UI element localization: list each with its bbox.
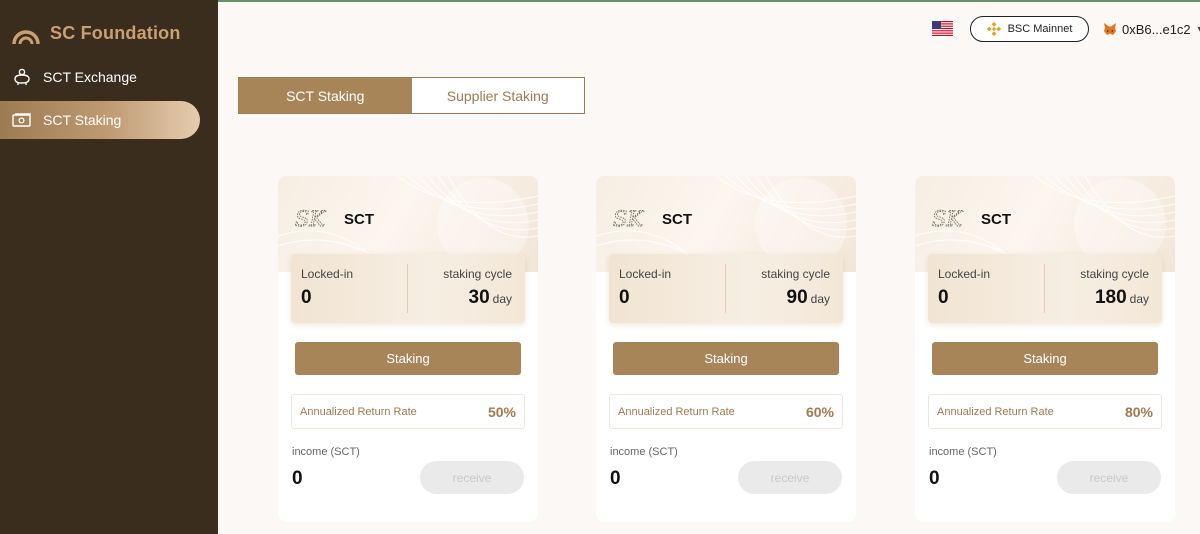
staking-cycle-label: staking cycle xyxy=(1080,267,1149,281)
tab-supplier-staking[interactable]: Supplier Staking xyxy=(411,78,584,113)
cycle-unit: day xyxy=(492,292,512,306)
income-value: 0 xyxy=(610,468,621,489)
sct-coin-icon: SK xyxy=(932,207,964,232)
stats-panel: Locked-in 0 staking cycle 90 day xyxy=(609,254,843,323)
income-value: 0 xyxy=(292,468,303,489)
income-label: income (SCT) xyxy=(929,446,997,458)
divider xyxy=(725,264,726,313)
locked-in-label: Locked-in xyxy=(938,267,991,281)
return-rate-value: 80% xyxy=(1124,404,1153,420)
return-rate-box: Annualized Return Rate 80% xyxy=(928,394,1162,429)
staking-button[interactable]: Staking xyxy=(932,342,1158,375)
cycle-number: 180 xyxy=(1094,287,1127,308)
staking-button[interactable]: Staking xyxy=(613,342,839,375)
receive-button[interactable]: receive xyxy=(420,461,524,494)
brand-name: SC Foundation xyxy=(50,22,181,43)
svg-text:SK: SK xyxy=(295,207,326,231)
sidebar-item-label: SCT Staking xyxy=(43,112,122,128)
sc-logo-icon xyxy=(12,30,40,45)
cycle-unit: day xyxy=(810,292,830,306)
svg-text:SK: SK xyxy=(613,207,644,231)
return-rate-box: Annualized Return Rate 50% xyxy=(291,394,525,429)
cycle-number: 90 xyxy=(786,287,808,308)
bnb-icon xyxy=(986,22,1001,36)
svg-text:SK: SK xyxy=(932,207,963,231)
money-stack-icon xyxy=(12,111,32,129)
return-rate-label: Annualized Return Rate xyxy=(300,406,417,418)
tab-sct-staking[interactable]: SCT Staking xyxy=(239,78,412,113)
return-rate-value: 50% xyxy=(487,404,516,420)
network-selector-button[interactable]: BSC Mainnet xyxy=(970,16,1089,42)
locked-in-value: 0 xyxy=(301,287,312,308)
locked-in-value: 0 xyxy=(938,287,949,308)
staking-card: SK SCT Locked-in 0 staking cycle 180 day … xyxy=(915,176,1175,522)
wallet-account-button[interactable]: 0xB6...e1c2 ▼ xyxy=(1103,20,1200,38)
chevron-down-icon: ▼ xyxy=(1196,24,1200,34)
staking-button[interactable]: Staking xyxy=(295,342,521,375)
income-value: 0 xyxy=(929,468,940,489)
receive-button[interactable]: receive xyxy=(738,461,842,494)
staking-cycle-label: staking cycle xyxy=(761,267,830,281)
us-flag-icon[interactable] xyxy=(932,21,953,36)
stats-panel: Locked-in 0 staking cycle 30 day xyxy=(291,254,525,323)
sidebar: SC Foundation SCT Exchange SCT Staking xyxy=(0,0,218,534)
divider xyxy=(1044,264,1045,313)
income-label: income (SCT) xyxy=(610,446,678,458)
locked-in-label: Locked-in xyxy=(301,267,354,281)
staking-card: SK SCT Locked-in 0 staking cycle 30 day S… xyxy=(278,176,538,522)
locked-in-value: 0 xyxy=(619,287,630,308)
return-rate-value: 60% xyxy=(805,404,834,420)
staking-cycle-label: staking cycle xyxy=(443,267,512,281)
coin-name: SCT xyxy=(981,211,1011,228)
cycle-number: 30 xyxy=(468,287,490,308)
brand[interactable]: SC Foundation xyxy=(12,18,181,48)
staking-cycle-value: 180 day xyxy=(1095,287,1149,309)
network-label: BSC Mainnet xyxy=(1007,23,1073,35)
income-label: income (SCT) xyxy=(292,446,360,458)
staking-cycle-value: 30 day xyxy=(469,287,513,309)
return-rate-box: Annualized Return Rate 60% xyxy=(609,394,843,429)
coin-name: SCT xyxy=(662,211,692,228)
return-rate-label: Annualized Return Rate xyxy=(937,406,1054,418)
sct-coin-icon: SK xyxy=(295,207,327,232)
sct-coin-icon: SK xyxy=(613,207,645,232)
wallet-address: 0xB6...e1c2 xyxy=(1122,21,1191,37)
coin-name: SCT xyxy=(344,211,374,228)
return-rate-label: Annualized Return Rate xyxy=(618,406,735,418)
top-accent-line xyxy=(218,0,1200,2)
sidebar-item-sct-exchange[interactable]: SCT Exchange xyxy=(0,58,200,96)
staking-cycle-value: 90 day xyxy=(787,287,831,309)
metamask-fox-icon xyxy=(1104,23,1116,35)
piggy-bank-icon xyxy=(12,68,32,86)
cycle-unit: day xyxy=(1129,292,1149,306)
sidebar-item-sct-staking[interactable]: SCT Staking xyxy=(0,101,200,139)
staking-tabs: SCT Staking Supplier Staking xyxy=(238,77,585,114)
divider xyxy=(407,264,408,313)
locked-in-label: Locked-in xyxy=(619,267,672,281)
stats-panel: Locked-in 0 staking cycle 180 day xyxy=(928,254,1162,323)
staking-card: SK SCT Locked-in 0 staking cycle 90 day S… xyxy=(596,176,856,522)
receive-button[interactable]: receive xyxy=(1057,461,1161,494)
sidebar-item-label: SCT Exchange xyxy=(43,69,137,85)
